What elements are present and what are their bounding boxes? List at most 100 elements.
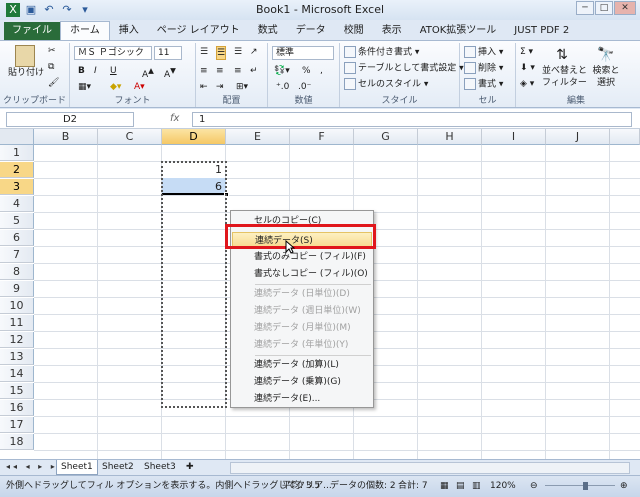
row-header[interactable]: 10 <box>0 298 34 314</box>
insert-function-icon[interactable]: fx <box>140 112 190 127</box>
row-header-selected[interactable]: 3 <box>0 179 34 195</box>
tab-home[interactable]: ホーム <box>60 21 110 40</box>
row-header[interactable]: 16 <box>0 400 34 416</box>
number-format-select[interactable]: 標準 <box>272 46 334 60</box>
menu-item-linear-trend[interactable]: 連続データ (加算)(L) <box>232 357 372 374</box>
format-painter-icon[interactable]: 🖌 <box>48 77 59 89</box>
tab-just-pdf[interactable]: JUST PDF 2 <box>505 22 578 40</box>
autosum-icon[interactable]: Σ ▾ <box>520 46 533 58</box>
clear-icon[interactable]: ◈ ▾ <box>520 78 534 90</box>
zoom-out-icon[interactable]: ⊖ <box>530 476 538 496</box>
row-header[interactable]: 4 <box>0 196 34 212</box>
copy-icon[interactable]: ⧉ <box>48 61 54 73</box>
select-all-corner[interactable] <box>0 129 34 145</box>
percent-button[interactable]: % <box>302 65 311 77</box>
row-header[interactable]: 14 <box>0 366 34 382</box>
row-header[interactable]: 11 <box>0 315 34 331</box>
row-header[interactable]: 7 <box>0 247 34 263</box>
column-header[interactable]: G <box>354 129 418 145</box>
orientation-icon[interactable]: ↗ <box>250 46 258 58</box>
sheet-tab-2[interactable]: Sheet2 <box>98 460 138 475</box>
view-page-break-icon[interactable]: ▥ <box>472 476 481 496</box>
row-header[interactable]: 18 <box>0 434 34 450</box>
font-color-icon[interactable]: A▾ <box>134 81 145 93</box>
row-header[interactable]: 12 <box>0 332 34 348</box>
row-header-selected[interactable]: 2 <box>0 162 34 178</box>
align-left-icon[interactable]: ≡ <box>200 65 208 77</box>
align-right-icon[interactable]: ≡ <box>234 65 242 77</box>
tab-page-layout[interactable]: ページ レイアウト <box>148 22 249 40</box>
font-shrink-icon[interactable]: A▼ <box>164 65 176 81</box>
tab-view[interactable]: 表示 <box>373 22 411 40</box>
column-header[interactable]: B <box>34 129 98 145</box>
zoom-slider[interactable] <box>545 482 615 490</box>
tab-data[interactable]: データ <box>287 22 335 40</box>
fill-icon[interactable]: ⬇ ▾ <box>520 62 535 74</box>
column-header[interactable]: F <box>290 129 354 145</box>
underline-button[interactable]: U <box>110 65 117 77</box>
tab-formulas[interactable]: 数式 <box>249 22 287 40</box>
comma-icon[interactable]: , <box>320 65 323 77</box>
tab-insert[interactable]: 挿入 <box>110 22 148 40</box>
menu-item-growth-trend[interactable]: 連続データ (乗算)(G) <box>232 374 372 391</box>
horizontal-scrollbar[interactable] <box>230 462 630 474</box>
menu-item-series-dialog[interactable]: 連続データ(E)... <box>232 391 372 408</box>
zoom-thumb[interactable] <box>583 482 588 490</box>
row-header[interactable]: 5 <box>0 213 34 229</box>
row-header[interactable]: 1 <box>0 145 34 161</box>
tab-review[interactable]: 校閲 <box>335 22 373 40</box>
column-header[interactable]: C <box>98 129 162 145</box>
increase-decimal-icon[interactable]: ⁺.0 <box>276 81 289 93</box>
row-header[interactable]: 9 <box>0 281 34 297</box>
row-header[interactable]: 17 <box>0 417 34 433</box>
font-grow-icon[interactable]: A▲ <box>142 65 154 81</box>
merge-center-icon[interactable]: ⊞▾ <box>236 81 248 93</box>
cell-styles-button[interactable]: セルのスタイル ▾ <box>344 78 428 91</box>
align-center-icon[interactable]: ≡ <box>216 65 224 77</box>
view-page-layout-icon[interactable]: ▤ <box>456 476 465 496</box>
name-box[interactable]: D2 <box>6 112 134 127</box>
insert-sheet-icon[interactable]: ✚ <box>182 460 198 475</box>
zoom-in-icon[interactable]: ⊕ <box>620 476 628 496</box>
row-header[interactable]: 6 <box>0 230 34 246</box>
column-header-partial[interactable] <box>610 129 640 145</box>
format-cells-button[interactable]: 書式 ▾ <box>464 78 503 91</box>
row-header[interactable]: 15 <box>0 383 34 399</box>
align-top-icon[interactable]: ☰ <box>200 46 208 58</box>
menu-item-fill-formatting-only[interactable]: 書式のみコピー (フィル)(F) <box>232 249 372 266</box>
wrap-text-icon[interactable]: ↵ <box>250 65 258 77</box>
row-header[interactable]: 13 <box>0 349 34 365</box>
cut-icon[interactable]: ✂ <box>48 45 56 57</box>
column-header[interactable]: E <box>226 129 290 145</box>
fill-color-icon[interactable]: ◆▾ <box>110 81 121 93</box>
sort-filter-button[interactable]: ⇅ 並べ替えと フィルター <box>542 45 587 89</box>
sheet-tab-3[interactable]: Sheet3 <box>140 460 180 475</box>
formula-input[interactable]: 1 <box>192 112 632 127</box>
bold-button[interactable]: B <box>78 65 85 77</box>
decrease-decimal-icon[interactable]: .0⁻ <box>298 81 311 93</box>
decrease-indent-icon[interactable]: ⇤ <box>200 81 208 93</box>
paste-button[interactable]: 貼り付け <box>8 45 44 79</box>
font-size-select[interactable]: 11 <box>154 46 182 60</box>
menu-item-fill-without-formatting[interactable]: 書式なしコピー (フィル)(O) <box>232 266 372 283</box>
row-header[interactable]: 8 <box>0 264 34 280</box>
format-as-table-button[interactable]: テーブルとして書式設定 ▾ <box>344 62 464 75</box>
italic-button[interactable]: I <box>94 65 97 77</box>
sheet-tab-1[interactable]: Sheet1 <box>56 460 98 475</box>
column-header-selected[interactable]: D <box>162 129 226 145</box>
font-name-select[interactable]: ＭＳ Ｐゴシック <box>74 46 152 60</box>
column-header[interactable]: I <box>482 129 546 145</box>
align-bottom-icon[interactable]: ☰ <box>234 46 242 58</box>
increase-indent-icon[interactable]: ⇥ <box>216 81 224 93</box>
minimize-button[interactable]: ─ <box>576 1 594 15</box>
delete-cells-button[interactable]: 削除 ▾ <box>464 62 503 75</box>
currency-icon[interactable]: 💱▾ <box>274 65 290 77</box>
column-header[interactable]: J <box>546 129 610 145</box>
maximize-button[interactable]: □ <box>595 1 613 15</box>
tab-file[interactable]: ファイル <box>4 22 60 40</box>
align-middle-icon[interactable]: ☰ <box>216 46 227 60</box>
find-select-button[interactable]: 🔭 検索と 選択 <box>586 45 626 89</box>
conditional-format-button[interactable]: 条件付き書式 ▾ <box>344 46 419 59</box>
view-normal-icon[interactable]: ▦ <box>440 476 449 496</box>
close-button[interactable]: ✕ <box>614 1 636 15</box>
